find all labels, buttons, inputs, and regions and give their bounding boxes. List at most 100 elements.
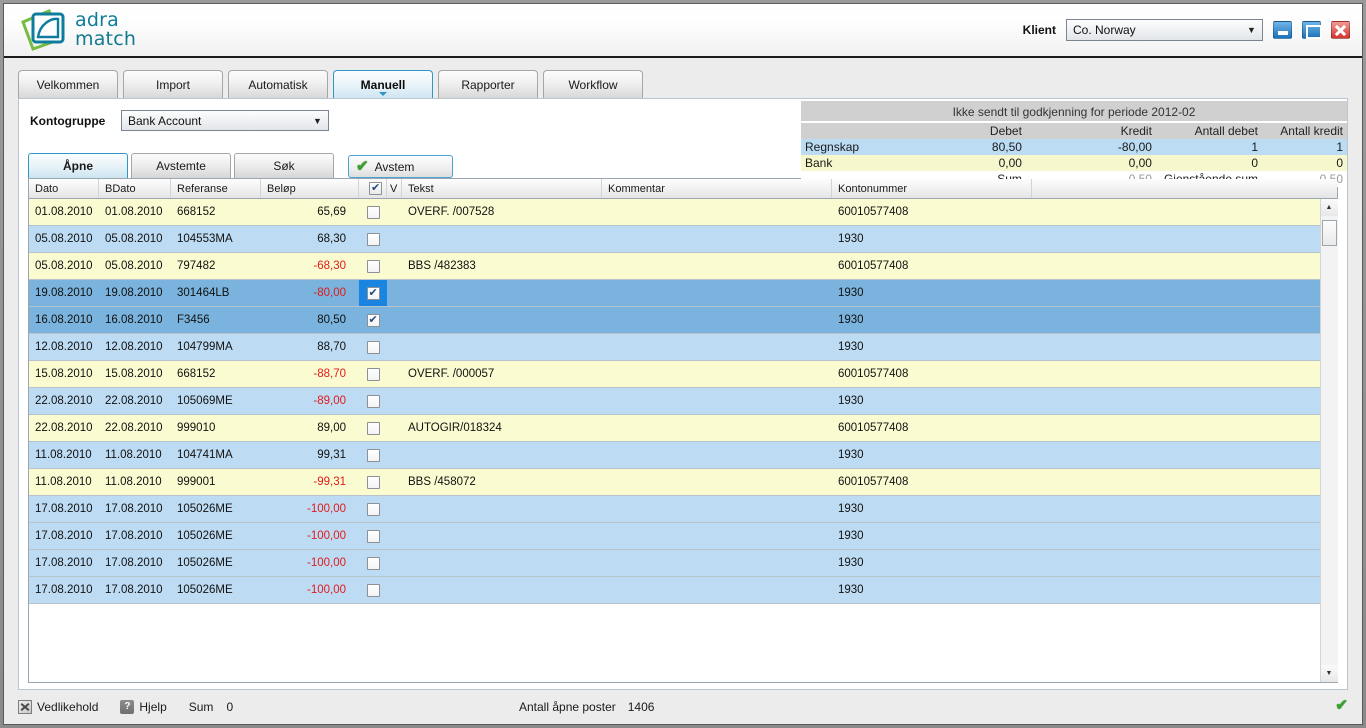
footer-open-items: Antall åpne poster 1406: [519, 690, 654, 724]
row-checkbox[interactable]: [366, 313, 380, 327]
table-row[interactable]: 22.08.2010 22.08.2010 999010 89,00 AUTOGIR/0…: [29, 415, 1320, 442]
tab-rapporter[interactable]: Rapporter: [438, 70, 538, 98]
row-checkbox[interactable]: [366, 502, 380, 516]
grid-col-kontonummer[interactable]: Kontonummer: [832, 179, 1032, 198]
scroll-up-icon[interactable]: ▲: [1320, 199, 1338, 216]
subtab-avstemte[interactable]: Avstemte: [131, 153, 231, 178]
row-checkbox[interactable]: [366, 367, 380, 381]
row-belop: 80,50: [317, 314, 346, 326]
row-checkbox[interactable]: [366, 340, 380, 354]
hjelp-button[interactable]: ? Hjelp: [120, 700, 167, 714]
grid-col-bdato[interactable]: BDato: [99, 179, 171, 198]
row-select-cell[interactable]: [359, 577, 387, 603]
table-row[interactable]: 19.08.2010 19.08.2010 301464LB -80,00 1930: [29, 280, 1320, 307]
table-row[interactable]: 01.08.2010 01.08.2010 668152 65,69 OVERF. /0…: [29, 199, 1320, 226]
tab-manuell[interactable]: Manuell: [333, 70, 433, 98]
kontogruppe-label: Kontogruppe: [30, 114, 106, 128]
tab-workflow[interactable]: Workflow: [543, 70, 643, 98]
row-select-cell[interactable]: [359, 496, 387, 522]
row-select-cell[interactable]: [359, 226, 387, 252]
grid-col-kommentar[interactable]: Kommentar: [602, 179, 832, 198]
maximize-icon[interactable]: [1302, 21, 1322, 39]
row-checkbox[interactable]: [366, 448, 380, 462]
subtab-apne[interactable]: Åpne: [28, 153, 128, 178]
row-belop: 89,00: [317, 422, 346, 434]
table-row[interactable]: 11.08.2010 11.08.2010 104741MA 99,31 1930: [29, 442, 1320, 469]
summary-col-debet: Debet: [875, 123, 1026, 139]
table-row[interactable]: 22.08.2010 22.08.2010 105069ME -89,00 1930: [29, 388, 1320, 415]
table-row[interactable]: 15.08.2010 15.08.2010 668152 -88,70 OVERF. /…: [29, 361, 1320, 388]
row-checkbox[interactable]: [366, 205, 380, 219]
row-select-cell[interactable]: [359, 469, 387, 495]
row-select-cell[interactable]: [359, 253, 387, 279]
table-row[interactable]: 05.08.2010 05.08.2010 797482 -68,30 BBS /482…: [29, 253, 1320, 280]
row-dato: 11.08.2010: [35, 476, 92, 488]
table-row[interactable]: 12.08.2010 12.08.2010 104799MA 88,70 1930: [29, 334, 1320, 361]
row-select-cell[interactable]: [359, 523, 387, 549]
klient-select[interactable]: Co. Norway ▼: [1066, 19, 1263, 41]
minimize-icon[interactable]: [1273, 21, 1292, 39]
table-row[interactable]: 05.08.2010 05.08.2010 104553MA 68,30 1930: [29, 226, 1320, 253]
row-bdato: 05.08.2010: [105, 233, 163, 245]
row-checkbox[interactable]: [366, 394, 380, 408]
subtab-sok[interactable]: Søk: [234, 153, 334, 178]
row-select-cell[interactable]: [359, 199, 387, 225]
row-belop: -68,30: [313, 260, 346, 272]
row-dato: 15.08.2010: [35, 368, 93, 380]
grid-col-v[interactable]: V: [387, 179, 402, 198]
row-checkbox[interactable]: [366, 583, 380, 597]
row-select-cell[interactable]: [359, 415, 387, 441]
table-row[interactable]: 17.08.2010 17.08.2010 105026ME -100,00 1930: [29, 496, 1320, 523]
tab-import[interactable]: Import: [123, 70, 223, 98]
tab-automatisk[interactable]: Automatisk: [228, 70, 328, 98]
kontogruppe-select[interactable]: Bank Account ▼: [121, 110, 329, 131]
row-select-cell[interactable]: [359, 361, 387, 387]
table-row[interactable]: 17.08.2010 17.08.2010 105026ME -100,00 1930: [29, 577, 1320, 604]
vedlikehold-button[interactable]: Vedlikehold: [18, 700, 98, 714]
grid-col-select-all[interactable]: [359, 179, 387, 198]
row-checkbox[interactable]: [366, 259, 380, 273]
table-row[interactable]: 16.08.2010 16.08.2010 F3456 80,50 1930: [29, 307, 1320, 334]
table-row[interactable]: 17.08.2010 17.08.2010 105026ME -100,00 1930: [29, 523, 1320, 550]
row-bdato: 05.08.2010: [105, 260, 163, 272]
row-select-cell[interactable]: [359, 388, 387, 414]
grid-col-belop[interactable]: Beløp: [261, 179, 359, 198]
select-all-checkbox[interactable]: [369, 181, 382, 195]
row-select-cell[interactable]: [359, 334, 387, 360]
tab-import-label: Import: [155, 77, 190, 92]
row-select-cell[interactable]: [359, 442, 387, 468]
avstem-button[interactable]: ✔ Avstem: [348, 155, 453, 178]
tab-workflow-label: Workflow: [568, 77, 618, 92]
scrollbar-thumb[interactable]: [1321, 220, 1337, 246]
row-belop: -80,00: [313, 287, 346, 299]
row-select-cell[interactable]: [359, 550, 387, 576]
grid-vertical-scrollbar[interactable]: ▲ ▼: [1320, 199, 1338, 682]
row-select-cell[interactable]: [359, 280, 387, 306]
row-checkbox[interactable]: [366, 232, 380, 246]
scroll-down-icon[interactable]: ▼: [1320, 665, 1338, 682]
grid-col-dato[interactable]: Dato: [29, 179, 99, 198]
tab-velkommen[interactable]: Velkommen: [18, 70, 118, 98]
scrollbar-track[interactable]: [1320, 216, 1338, 665]
row-select-cell[interactable]: [359, 307, 387, 333]
table-row[interactable]: 17.08.2010 17.08.2010 105026ME -100,00 1930: [29, 550, 1320, 577]
row-bdato: 11.08.2010: [105, 476, 162, 488]
row-kontonummer: 60010577408: [838, 476, 909, 488]
row-checkbox[interactable]: [366, 556, 380, 570]
row-checkbox[interactable]: [366, 529, 380, 543]
vedlikehold-label: Vedlikehold: [37, 700, 99, 714]
grid-col-tekst[interactable]: Tekst: [402, 179, 602, 198]
row-checkbox[interactable]: [366, 286, 380, 300]
close-icon[interactable]: [1331, 21, 1350, 39]
row-referanse: 105026ME: [177, 557, 233, 569]
row-checkbox[interactable]: [366, 475, 380, 489]
row-bdato: 17.08.2010: [105, 557, 163, 569]
table-row[interactable]: 11.08.2010 11.08.2010 999001 -99,31 BBS /458…: [29, 469, 1320, 496]
row-checkbox[interactable]: [366, 421, 380, 435]
row-bdato: 19.08.2010: [105, 287, 163, 299]
tab-velkommen-label: Velkommen: [36, 77, 100, 92]
green-check-icon: ✔: [356, 158, 369, 175]
row-dato: 11.08.2010: [35, 449, 92, 461]
grid-col-referanse[interactable]: Referanse: [171, 179, 261, 198]
row-bdato: 16.08.2010: [105, 314, 163, 326]
